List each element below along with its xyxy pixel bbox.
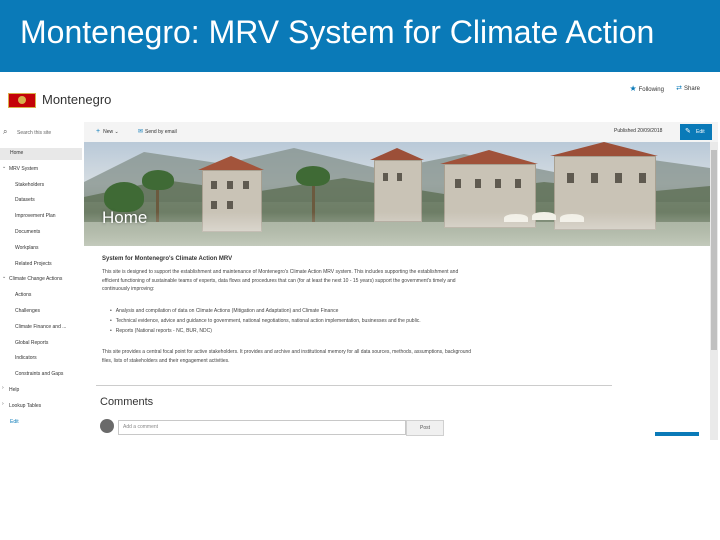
avatar <box>100 419 114 433</box>
list-item: Analysis and compilation of data on Clim… <box>110 306 421 316</box>
sidebar-item-help[interactable]: › Help <box>0 385 82 397</box>
search-input[interactable]: ⌕ Search this site <box>3 127 81 139</box>
command-bar: + New ⌄ ✉ Send by email Published 20/09/20… <box>84 122 718 142</box>
sidebar-item-improvement-plan[interactable]: Improvement Plan <box>0 211 82 223</box>
list-item: Technical evidence, advice and guidance … <box>110 316 421 326</box>
welcome-text-webpart: System for Montenegro's Climate Action M… <box>96 246 616 386</box>
post-button[interactable]: Post <box>406 420 444 436</box>
closing-paragraph: This site provides a central focal point… <box>102 349 472 364</box>
share-button[interactable]: ⇄ Share <box>676 84 700 92</box>
sidebar-item-related-projects[interactable]: Related Projects <box>0 259 82 271</box>
list-item: Reports (National reports - NC, BUR, NDC… <box>110 326 421 336</box>
site-header: Montenegro ★ Following ⇄ Share <box>0 80 718 122</box>
collapse-icon: ⌄ <box>2 274 7 281</box>
sidebar-item-documents[interactable]: Documents <box>0 227 82 239</box>
chevron-down-icon: › <box>2 385 4 391</box>
sidebar-item-actions[interactable]: Actions <box>0 290 82 302</box>
sidebar-item-label: Documents <box>15 229 41 235</box>
email-icon: ✉ <box>138 129 144 135</box>
send-by-email-button[interactable]: ✉ Send by email <box>138 128 177 135</box>
sidebar-item-label: Actions <box>15 292 32 299</box>
site-title[interactable]: Montenegro <box>42 92 111 107</box>
search-icon: ⌕ <box>3 127 8 136</box>
sidebar-item-label: Climate Change Actions <box>9 276 63 283</box>
sidebar-item-climate-change-actions[interactable]: ⌄ Climate Change Actions <box>0 274 82 286</box>
sidebar-item-label: Challenges <box>15 308 41 314</box>
pencil-icon: ✎ <box>685 128 691 135</box>
sidebar-item-label: Datasets <box>15 197 35 204</box>
sidebar-item-label: Edit <box>10 418 19 425</box>
star-icon: ★ <box>629 84 637 93</box>
sidebar-item-label: Improvement Plan <box>15 213 56 220</box>
sidebar-item-label: Stakeholders <box>15 181 45 188</box>
sidebar-item-datasets[interactable]: Datasets <box>0 195 82 207</box>
sidebar-item-label: MRV System <box>9 165 39 172</box>
sharepoint-screenshot: Montenegro ★ Following ⇄ Share ⌕ Search th… <box>0 80 718 440</box>
sidebar-item-label: Climate Finance and ... <box>15 323 67 330</box>
sidebar-item-challenges[interactable]: Challenges <box>0 306 82 318</box>
content-heading: System for Montenegro's Climate Action M… <box>102 256 233 262</box>
sidebar-item-workplans[interactable]: Workplans <box>0 243 82 255</box>
share-icon: ⇄ <box>676 85 682 92</box>
collapse-icon: ⌄ <box>2 163 7 170</box>
feedback-bar[interactable] <box>655 432 699 436</box>
montenegro-flag-logo <box>8 93 36 108</box>
sidebar-item-label: Home <box>10 150 24 156</box>
sidebar-item-mrv-system[interactable]: ⌄ MRV System <box>0 164 82 176</box>
sidebar-item-edit[interactable]: Edit <box>0 417 82 429</box>
chevron-down-icon: › <box>2 400 4 407</box>
sidebar-item-label: Lookup Tables <box>9 402 42 409</box>
page-title: Home <box>102 208 148 227</box>
comment-input[interactable]: Add a comment <box>118 420 406 435</box>
scrollbar[interactable] <box>710 142 718 440</box>
sidebar-item-home[interactable]: Home <box>0 148 82 160</box>
sidebar-item-lookup-tables[interactable]: › Lookup Tables <box>0 401 82 413</box>
plus-icon: + <box>96 128 101 135</box>
bullet-list: Analysis and compilation of data on Clim… <box>110 306 421 336</box>
hero-image-banner: Home <box>84 142 710 246</box>
sidebar-item-label: Global Reports <box>15 339 49 346</box>
comments-heading: Comments <box>100 396 154 408</box>
scroll-thumb[interactable] <box>711 150 717 350</box>
sidebar-item-label: Constraints and Gaps <box>15 371 64 378</box>
sidebar-item-climate-finance-and[interactable]: Climate Finance and ... <box>0 322 82 334</box>
slide-title: Montenegro: MRV System for Climate Actio… <box>20 14 655 50</box>
sidebar-item-label: Indicators <box>15 355 37 362</box>
left-navigation: ⌕ Search this site Home ⌄ MRV System Stakeh… <box>0 122 84 440</box>
sidebar-item-label: Workplans <box>15 244 39 251</box>
sidebar-item-global-reports[interactable]: Global Reports <box>0 338 82 350</box>
published-date: Published 20/09/2018 <box>614 128 663 134</box>
sidebar-item-indicators[interactable]: Indicators <box>0 353 82 365</box>
following-button[interactable]: ★ Following <box>629 84 664 93</box>
sidebar-item-label: Related Projects <box>15 260 52 267</box>
edit-button[interactable]: ✎ Edit <box>680 124 712 140</box>
intro-paragraph: This site is designed to support the est… <box>102 269 459 292</box>
sidebar-item-constraints-and-gaps[interactable]: Constraints and Gaps <box>0 369 82 381</box>
sidebar-item-label: Help <box>9 387 20 393</box>
new-button[interactable]: + New ⌄ <box>96 128 119 135</box>
section-divider <box>96 385 612 386</box>
sidebar-item-stakeholders[interactable]: Stakeholders <box>0 180 82 192</box>
